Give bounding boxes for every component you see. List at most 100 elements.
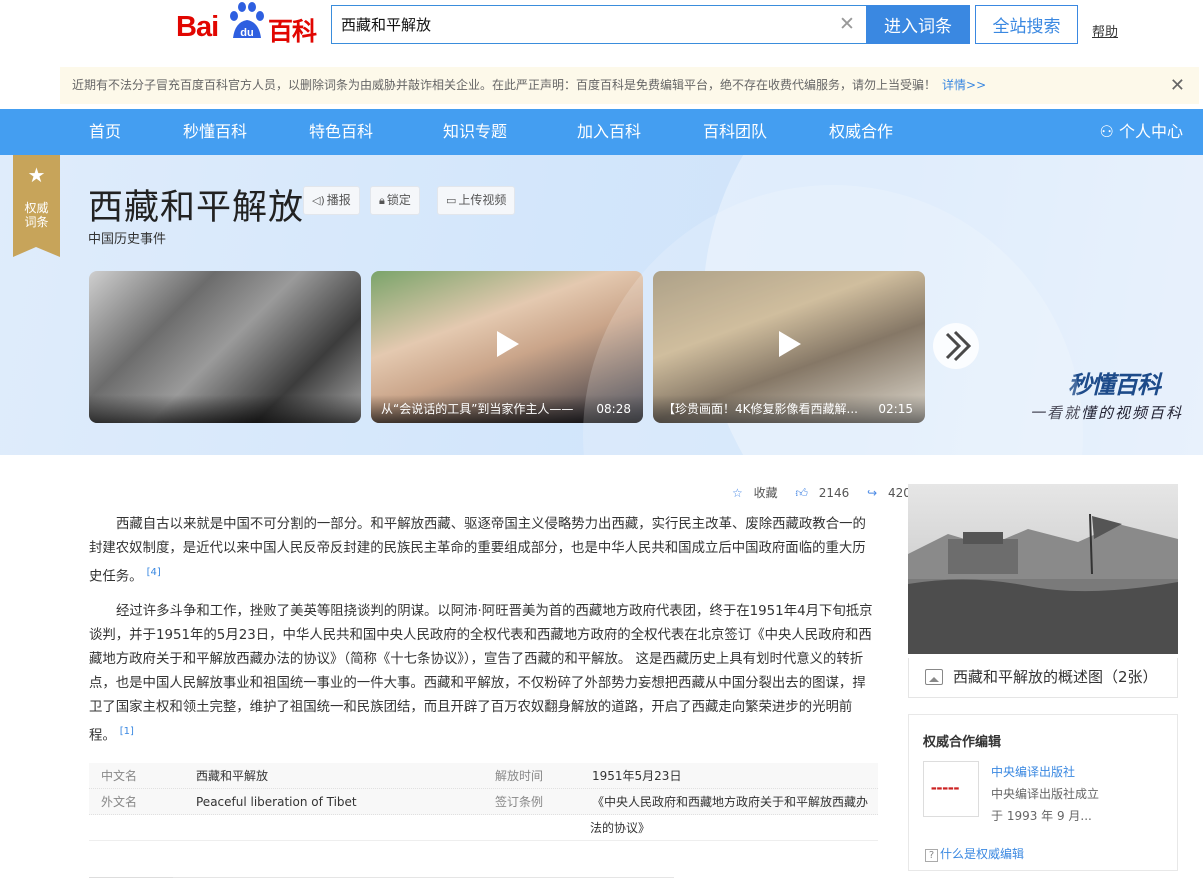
- info-value: 《中央人民政府和西藏地方政府关于和平解放西藏办: [592, 795, 869, 809]
- publisher-desc: 中央编译出版社成立: [991, 787, 1100, 801]
- publisher-logo[interactable]: ▬▬▬▬▬: [923, 761, 979, 817]
- info-key: 外文名: [101, 795, 138, 809]
- clear-icon[interactable]: ✕: [838, 14, 856, 34]
- like-count: 2146: [818, 486, 850, 500]
- main-nav: 首页 秒懂百科 特色百科 知识专题 加入百科 百科团队 权威合作 ⚇ 个人中心: [0, 109, 1203, 155]
- main-content: ☆ 收藏 👍︎ 2146 ↪ 420 西藏自古以来就是中国不可分割的一部分。和平…: [60, 455, 911, 889]
- speaker-icon: ◁): [312, 194, 325, 207]
- star-icon: ☆: [732, 486, 747, 500]
- publisher-logo-mark: ▬▬▬▬▬: [931, 785, 960, 792]
- chevron-right-icon: [945, 330, 972, 362]
- question-icon: ?: [925, 849, 938, 862]
- notice-more-link[interactable]: 详情>>: [942, 78, 986, 92]
- infobox-row: 中文名 西藏和平解放 解放时间 1951年5月23日: [89, 763, 878, 789]
- play-icon: [497, 331, 519, 357]
- svg-text:du: du: [240, 27, 253, 39]
- what-is-authority-link[interactable]: ? 什么是权威编辑: [925, 845, 1024, 862]
- collect-label: 收藏: [753, 486, 778, 500]
- authority-editor-box: 权威合作编辑 ▬▬▬▬▬ 中央编译出版社 中央编译出版社成立 于 1993 年 …: [908, 714, 1178, 871]
- auth-heading: 权威合作编辑: [923, 735, 1002, 750]
- user-center-label: 个人中心: [1118, 122, 1183, 141]
- reference-link[interactable]: [1]: [120, 726, 134, 737]
- notice-text: 近期有不法分子冒充百度百科官方人员，以删除词条为由威胁并敲诈相关企业。在此严正声…: [72, 78, 937, 92]
- info-key: 解放时间: [495, 769, 544, 783]
- tab-indicator: [89, 877, 173, 880]
- next-arrow-button[interactable]: [933, 323, 979, 369]
- info-value: Peaceful liberation of Tibet: [196, 795, 357, 809]
- entry-title: 西藏和平解放: [88, 188, 305, 228]
- video-icon: ▭: [446, 194, 457, 207]
- content-divider: [89, 877, 674, 889]
- video-card[interactable]: [89, 271, 361, 423]
- album-caption-text: 西藏和平解放的概述图（2张）: [953, 668, 1158, 686]
- close-icon[interactable]: ✕: [1170, 67, 1185, 104]
- info-value: 1951年5月23日: [592, 769, 682, 783]
- miaodong-logo[interactable]: 秒懂百科: [1068, 365, 1161, 400]
- notice-banner: 近期有不法分子冒充百度百科官方人员，以删除词条为由威胁并敲诈相关企业。在此严正声…: [60, 67, 1199, 104]
- sidebar-album[interactable]: 西藏和平解放的概述图（2张）: [908, 484, 1178, 698]
- nav-item-topics[interactable]: 知识专题: [443, 109, 507, 155]
- publisher-desc: 于 1993 年 9 月...: [991, 809, 1092, 823]
- search-box: ✕: [331, 5, 867, 44]
- nav-item-join[interactable]: 加入百科: [577, 109, 641, 155]
- top-bar: Bai du 百科 ✕ 进入词条 全站搜索 帮助: [0, 0, 1203, 60]
- lock-button[interactable]: 🔒︎ 锁定: [370, 186, 420, 215]
- broadcast-button[interactable]: ◁) 播报: [303, 186, 360, 215]
- video-card[interactable]: 【珍贵画面！4K修复影像看西藏解... 02:15: [653, 271, 925, 423]
- video-duration: 02:15: [878, 402, 913, 416]
- album-caption[interactable]: 西藏和平解放的概述图（2张）: [908, 658, 1178, 698]
- paragraph-text: 经过许多斗争和工作，挫败了美英等阻挠谈判的阴谋。以阿沛·阿旺晋美为首的西藏地方政…: [89, 604, 873, 744]
- search-input[interactable]: [332, 6, 832, 43]
- entry-header: ★ 权威词条 西藏和平解放 ◁) 播报 🔒︎ 锁定 ▭ 上传视频 中国历史事件 从“会…: [0, 155, 1203, 455]
- gallery-icon: [925, 669, 943, 685]
- video-caption: 【珍贵画面！4K修复影像看西藏解...: [653, 395, 925, 423]
- user-center-link[interactable]: ⚇ 个人中心: [1100, 109, 1183, 155]
- nav-item-home[interactable]: 首页: [89, 109, 121, 155]
- upload-video-button[interactable]: ▭ 上传视频: [437, 186, 516, 215]
- lock-icon: 🔒︎: [379, 194, 385, 207]
- video-caption: [89, 395, 361, 423]
- info-key: 签订条例: [495, 795, 544, 809]
- like-button[interactable]: 👍︎ 2146: [795, 486, 856, 500]
- logo-baike-text: 百科: [268, 17, 317, 46]
- help-link[interactable]: 帮助: [1092, 21, 1118, 40]
- reference-link[interactable]: [4]: [147, 567, 161, 578]
- user-icon: ⚇: [1099, 122, 1119, 141]
- video-duration: 08:28: [596, 402, 631, 416]
- enter-entry-button[interactable]: 进入词条: [866, 5, 970, 44]
- info-value: 西藏和平解放: [196, 769, 269, 783]
- publisher-link[interactable]: 中央编译出版社: [991, 763, 1075, 780]
- play-icon: [779, 331, 801, 357]
- video-caption: 从“会说话的工具”到当家作主人——: [371, 395, 643, 423]
- infobox: 中文名 西藏和平解放 解放时间 1951年5月23日 外文名 Peaceful …: [89, 763, 878, 841]
- lock-label: 锁定: [386, 193, 411, 207]
- paw-icon: du: [230, 2, 264, 39]
- logo-bai-text: Bai: [176, 11, 219, 43]
- nav-item-special[interactable]: 特色百科: [309, 109, 373, 155]
- upload-label: 上传视频: [458, 193, 507, 207]
- infobox-row: 外文名 Peaceful liberation of Tibet 签订条例 《中…: [89, 789, 878, 815]
- nav-item-team[interactable]: 百科团队: [703, 109, 767, 155]
- summary-paragraph: 经过许多斗争和工作，挫败了美英等阻挠谈判的阴谋。以阿沛·阿旺晋美为首的西藏地方政…: [89, 600, 876, 748]
- infobox-row: 法的协议》: [89, 815, 878, 841]
- video-card[interactable]: 从“会说话的工具”到当家作主人—— 08:28: [371, 271, 643, 423]
- medal-icon: ★: [27, 163, 46, 187]
- miaodong-slogan: 一看就懂的视频百科: [1030, 404, 1184, 422]
- entry-subtitle: 中国历史事件: [88, 232, 167, 247]
- entry-actions: ☆ 收藏 👍︎ 2146 ↪ 420: [732, 484, 925, 501]
- info-key: 中文名: [101, 769, 138, 783]
- share-icon: ↪: [867, 486, 882, 500]
- summary-paragraph: 西藏自古以来就是中国不可分割的一部分。和平解放西藏、驱逐帝国主义侵略势力出西藏，…: [89, 513, 876, 589]
- baidu-baike-logo[interactable]: Bai du 百科: [176, 2, 322, 46]
- nav-item-cooperation[interactable]: 权威合作: [829, 109, 893, 155]
- thumb-up-icon: 👍︎: [795, 486, 812, 500]
- broadcast-label: 播报: [326, 193, 351, 207]
- album-image: [908, 484, 1178, 654]
- authority-badge: ★ 权威词条: [13, 155, 60, 257]
- nav-item-miaodong[interactable]: 秒懂百科: [183, 109, 247, 155]
- what-link-text: 什么是权威编辑: [940, 847, 1025, 861]
- site-search-button[interactable]: 全站搜索: [975, 5, 1078, 44]
- collect-button[interactable]: ☆ 收藏: [732, 486, 785, 500]
- info-value: 法的协议》: [590, 821, 651, 835]
- badge-text: 权威词条: [24, 201, 49, 229]
